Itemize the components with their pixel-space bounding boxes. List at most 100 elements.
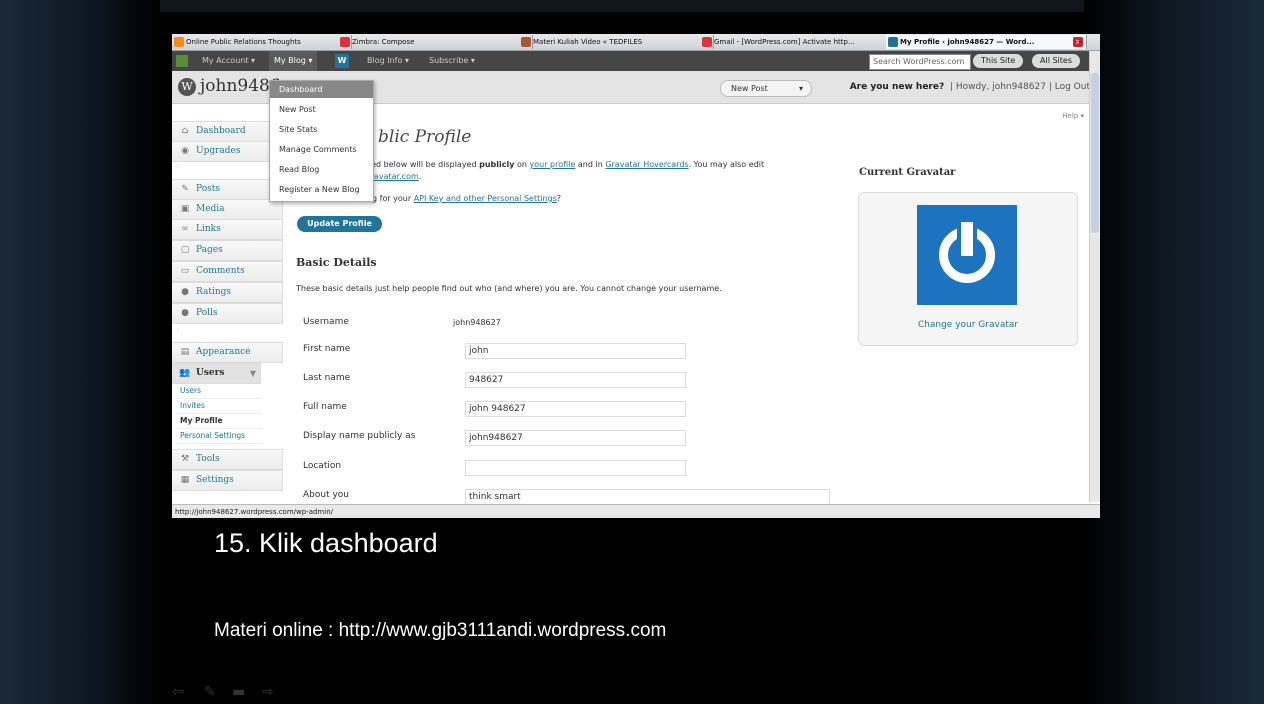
change-gravatar-link[interactable]: Change your Gravatar [859,320,1077,330]
api-key-link[interactable]: API Key and other Personal Settings [414,194,557,203]
sidebar-item-dashboard[interactable]: ⌂ Dashboard [172,121,283,142]
status-bar: http://john948627.wordpress.com/wp-admin… [172,504,1100,518]
sidebar-item-pages[interactable]: ▢ Pages [172,240,283,261]
sidebar-item-posts[interactable]: ✎ Posts [172,179,283,200]
separator: ◦ [176,163,181,171]
chevron-down-icon: ▾ [798,84,803,93]
username-label: Username [303,317,349,327]
intro-line-2: avatar.com. [374,172,422,181]
tab-online-pr[interactable]: Online Public Relations Thoughts [172,35,352,49]
submenu-personal-settings[interactable]: Personal Settings [176,429,262,444]
dropdown-dashboard[interactable]: Dashboard [270,81,373,98]
zimbra-icon [340,37,350,47]
tab-tedfiles[interactable]: Materi Kuliah Video « TEDFILES [519,35,714,49]
sidebar-item-ratings[interactable]: ● Ratings [172,282,283,303]
tools-icon: ⚒ [180,454,190,464]
pen-icon[interactable]: ✎ [204,684,216,700]
slide-caption: 15. Klik dashboard [214,528,438,558]
full-name-field[interactable]: john 948627 [465,401,686,417]
last-name-field[interactable]: 948627 [465,372,686,388]
sidebar-item-users[interactable]: 👥 Users ▼ [172,363,261,384]
my-account-menu[interactable]: My Account ▾ [202,51,255,71]
basic-details-desc: These basic details just help people fin… [296,284,722,293]
tab-bar: Online Public Relations Thoughts Zimbra:… [172,34,1100,51]
chevron-down-icon: ▼ [249,368,256,378]
dropdown-site-stats[interactable]: Site Stats [270,121,373,138]
background-left [0,0,160,704]
sidebar-item-links[interactable]: ∞ Links [172,219,283,240]
pin-icon: ✎ [181,184,189,194]
display-name-label: Display name publicly as [303,431,416,441]
gravatar-box: Change your Gravatar [858,192,1078,346]
last-name-label: Last name [303,373,351,383]
subscribe-menu[interactable]: Subscribe ▾ [429,51,475,71]
sidebar-item-comments[interactable]: ▭ Comments [172,261,283,282]
media-icon: ▣ [180,204,190,214]
gravatar-hovercards-link[interactable]: Gravatar Hovercards [605,160,688,169]
profile-content: Help ▾ blic Profile red below will be di… [288,104,1100,518]
page-title: blic Profile [378,127,472,147]
your-profile-link[interactable]: your profile [530,160,576,169]
ratings-icon: ● [181,287,189,297]
display-name-select[interactable]: john948627 [465,430,686,446]
location-field[interactable] [465,460,686,476]
blogger-icon [174,37,184,47]
blog-info-menu[interactable]: Blog Info ▾ [367,51,409,71]
dropdown-register-blog[interactable]: Register a New Blog [270,181,373,198]
sidebar-item-upgrades[interactable]: ◉ Upgrades [172,141,283,162]
dropdown-manage-comments[interactable]: Manage Comments [270,141,373,158]
tab-gmail[interactable]: Gmail - [WordPress.com] Activate http... [700,35,900,49]
wordpress-logo-icon: W [178,78,196,96]
wp-com-icon [176,55,188,67]
forward-arrow-icon[interactable]: ⇨ [262,684,274,700]
menu-icon[interactable]: ▬ [232,684,245,700]
admin-sidebar: ⌂ Dashboard ◉ Upgrades ◦ ✎ Posts ▣ Media ∞ Li… [172,104,283,518]
about-label: About you [303,490,350,500]
sidebar-item-tools[interactable]: ⚒ Tools [172,449,283,470]
gravatar-image [917,205,1017,305]
submenu-users[interactable]: Users [176,384,262,399]
username-value: john948627 [453,318,501,327]
gravatar-link[interactable]: avatar.com [374,172,419,181]
comment-icon: ▭ [180,266,190,276]
first-name-label: First name [303,344,351,354]
home-icon: ⌂ [181,126,189,136]
new-here-link[interactable]: Are you new here? [850,82,944,92]
my-blog-menu[interactable]: My Blog ▾ [269,51,318,71]
appearance-icon: ▤ [180,347,190,357]
tab-my-profile[interactable]: My Profile ‹ john948627 — Word... × [886,35,1087,49]
submenu-invites[interactable]: Invites [176,399,262,414]
new-post-select[interactable]: New Post ▾ [720,80,812,97]
update-profile-button[interactable]: Update Profile [297,216,382,232]
dropdown-read-blog[interactable]: Read Blog [270,161,373,178]
submenu-my-profile[interactable]: My Profile [176,414,262,429]
sidebar-item-polls[interactable]: ● Polls [172,303,283,324]
blog-icon: W [335,54,349,68]
materi-text: Materi online : http://www.gjb3111andi.w… [214,620,667,641]
scrollbar-thumb[interactable] [1091,73,1099,233]
sidebar-item-appearance[interactable]: ▤ Appearance [172,342,283,363]
howdy-text[interactable]: | Howdy, john948627 | Log Out [950,82,1090,92]
search-input[interactable]: Search WordPress.com [869,54,971,70]
browser-screenshot: Online Public Relations Thoughts Zimbra:… [172,34,1100,518]
location-label: Location [303,461,342,471]
this-site-button[interactable]: This Site [973,54,1024,68]
first-name-field[interactable]: john [465,343,686,359]
intro-line-3: g for your API Key and other Personal Se… [372,194,562,203]
polls-icon: ● [181,308,189,318]
sidebar-item-settings[interactable]: ▦ Settings [172,470,283,491]
sidebar-item-media[interactable]: ▣ Media [172,199,283,220]
background-right [1084,0,1264,704]
help-tab[interactable]: Help ▾ [1062,112,1084,120]
separator: ◦ [176,326,181,334]
upgrades-icon: ◉ [181,146,189,156]
tab-zimbra[interactable]: Zimbra: Compose [338,35,533,49]
new-tab-button[interactable]: + [1073,35,1087,49]
link-icon: ∞ [181,224,189,234]
scrollbar[interactable] [1089,51,1100,502]
dropdown-new-post[interactable]: New Post [270,101,373,118]
tedfiles-icon [521,37,531,47]
back-arrow-icon[interactable]: ⇦ [172,684,184,700]
all-sites-button[interactable]: All Sites [1032,54,1080,68]
full-name-label: Full name [303,402,347,412]
